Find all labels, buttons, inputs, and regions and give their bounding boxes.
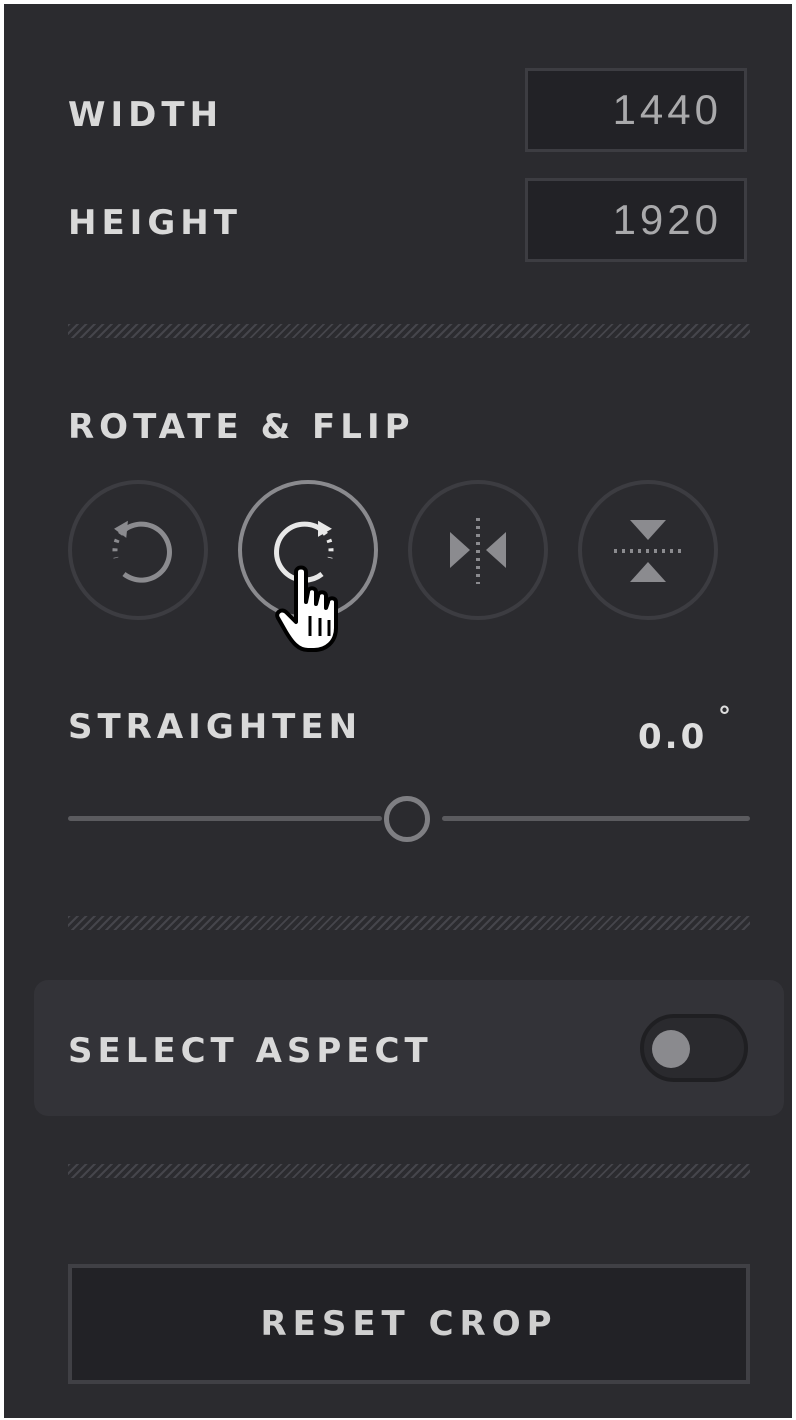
flip-horizontal-icon — [450, 518, 506, 584]
height-field[interactable]: 1920 — [525, 178, 747, 262]
rotate-flip-title: ROTATE & FLIP — [68, 407, 415, 447]
rotate-left-button[interactable] — [68, 480, 208, 620]
straighten-title: STRAIGHTEN — [68, 707, 363, 747]
slider-track-left — [68, 816, 382, 821]
width-label: WIDTH — [68, 95, 224, 135]
flip-horizontal-button[interactable] — [408, 480, 548, 620]
straighten-value: 0.0 — [638, 717, 708, 757]
divider — [68, 916, 750, 930]
crop-panel: WIDTH 1440 HEIGHT 1920 ROTATE & FLIP STR… — [4, 4, 792, 1418]
rotate-left-icon — [112, 520, 172, 583]
hand-cursor-icon — [275, 565, 338, 652]
select-aspect-toggle[interactable] — [640, 1014, 748, 1082]
flip-vertical-button[interactable] — [578, 480, 718, 620]
select-aspect-row[interactable]: SELECT ASPECT — [34, 980, 784, 1116]
slider-track-right — [442, 816, 750, 821]
divider — [68, 324, 750, 338]
toggle-thumb — [652, 1030, 690, 1068]
select-aspect-label: SELECT ASPECT — [68, 1031, 433, 1071]
flip-vertical-icon — [614, 520, 682, 582]
width-field[interactable]: 1440 — [525, 68, 747, 152]
height-label: HEIGHT — [68, 203, 242, 243]
reset-crop-button[interactable]: RESET CROP — [68, 1264, 750, 1384]
slider-knob[interactable] — [384, 796, 430, 842]
divider — [68, 1164, 750, 1178]
degree-unit: ° — [718, 702, 731, 732]
